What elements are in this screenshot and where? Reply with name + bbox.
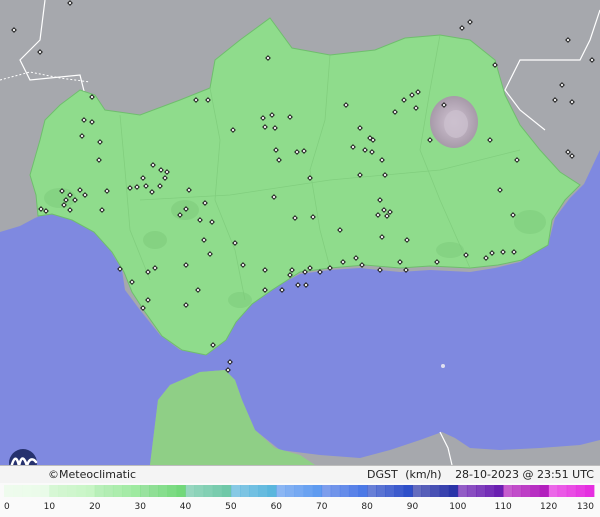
legend-swatch	[31, 485, 41, 497]
timestamp-label: 28-10-2023 @ 23:51 UTC	[455, 468, 594, 481]
legend-swatch	[394, 485, 404, 497]
legend-swatch	[167, 485, 177, 497]
legend-swatch	[58, 485, 68, 497]
legend-swatch	[194, 485, 205, 497]
legend-swatch	[575, 485, 586, 497]
legend-swatch	[267, 485, 277, 497]
map-canvas	[0, 0, 600, 517]
legend-swatch	[548, 485, 559, 497]
legend-swatch	[494, 485, 504, 497]
legend-swatch	[49, 485, 59, 497]
legend-scale: 0 10 20 30 40 50 60 70 80 90 100 110 120 130	[4, 485, 595, 512]
legend-swatch	[476, 485, 486, 497]
legend-tick-label: 30	[134, 502, 146, 512]
legend-swatch	[539, 485, 550, 497]
legend-swatch	[385, 485, 395, 497]
legend-swatch	[485, 485, 495, 497]
legend-tick-label: 70	[316, 502, 328, 512]
legend-swatch	[503, 485, 513, 497]
legend-swatch	[403, 485, 413, 497]
legend-swatch	[203, 485, 214, 497]
legend-swatch	[367, 485, 377, 497]
legend-swatch	[185, 485, 196, 497]
legend-swatch	[285, 485, 295, 497]
legend-swatch	[348, 485, 359, 497]
legend-swatch	[230, 485, 241, 497]
legend-swatch	[339, 485, 350, 497]
legend-swatch	[240, 485, 250, 497]
legend-swatch	[457, 485, 468, 497]
legend-swatch	[67, 485, 78, 497]
info-bar: ©Meteoclimatic DGST (km/h) 28-10-2023 @ …	[0, 465, 600, 484]
legend-tick-label: 20	[89, 502, 101, 512]
legend-swatch	[149, 485, 159, 497]
legend-swatch	[521, 485, 531, 497]
legend-swatch	[221, 485, 232, 497]
legend-tick-label: 0	[4, 502, 10, 512]
legend-tick-label: 80	[361, 502, 373, 512]
legend-swatch	[276, 485, 286, 497]
legend-swatch	[376, 485, 386, 497]
legend-tick-label: 90	[407, 502, 419, 512]
legend-tick-label: 50	[225, 502, 237, 512]
legend-swatch	[584, 485, 595, 497]
legend-swatch	[430, 485, 441, 497]
legend-swatch	[330, 485, 341, 497]
legend-swatch	[4, 485, 14, 497]
legend-swatch	[294, 485, 304, 497]
legend-swatch	[258, 485, 268, 497]
legend-swatch	[566, 485, 577, 497]
legend-tick-label: 100	[449, 502, 466, 512]
legend-swatch	[176, 485, 186, 497]
legend-swatch	[439, 485, 450, 497]
legend-swatch	[85, 485, 96, 497]
legend-swatch	[421, 485, 432, 497]
legend-swatch	[412, 485, 422, 497]
legend-swatch	[13, 485, 23, 497]
legend-swatch	[249, 485, 259, 497]
legend-swatch	[303, 485, 314, 497]
legend-swatch	[466, 485, 477, 497]
legend-swatch	[40, 485, 50, 497]
legend-swatch	[448, 485, 459, 497]
legend-swatch	[140, 485, 150, 497]
legend-swatch	[312, 485, 323, 497]
legend-swatch	[122, 485, 132, 497]
legend-tick-label: 60	[271, 502, 283, 512]
legend-swatch	[158, 485, 168, 497]
color-legend: 0 10 20 30 40 50 60 70 80 90 100 110 120 130	[0, 483, 600, 517]
legend-swatch	[321, 485, 332, 497]
legend-tick-label: 10	[44, 502, 56, 512]
legend-tick-label: 40	[180, 502, 192, 512]
legend-swatch	[212, 485, 223, 497]
legend-tick-label: 110	[495, 502, 512, 512]
map-view[interactable]	[0, 0, 600, 517]
legend-tick-label: 120	[540, 502, 557, 512]
legend-swatch	[103, 485, 114, 497]
legend-swatch	[358, 485, 368, 497]
legend-swatch	[76, 485, 87, 497]
legend-swatch	[530, 485, 540, 497]
legend-swatch	[557, 485, 568, 497]
variable-label: DGST	[367, 468, 398, 481]
brand-label: ©Meteoclimatic	[48, 468, 137, 481]
legend-swatch	[131, 485, 141, 497]
legend-swatch	[94, 485, 105, 497]
legend-swatch	[22, 485, 32, 497]
legend-swatch	[112, 485, 123, 497]
legend-tick-label: 130	[577, 502, 594, 512]
unit-label: (km/h)	[405, 468, 442, 481]
legend-swatch	[512, 485, 522, 497]
